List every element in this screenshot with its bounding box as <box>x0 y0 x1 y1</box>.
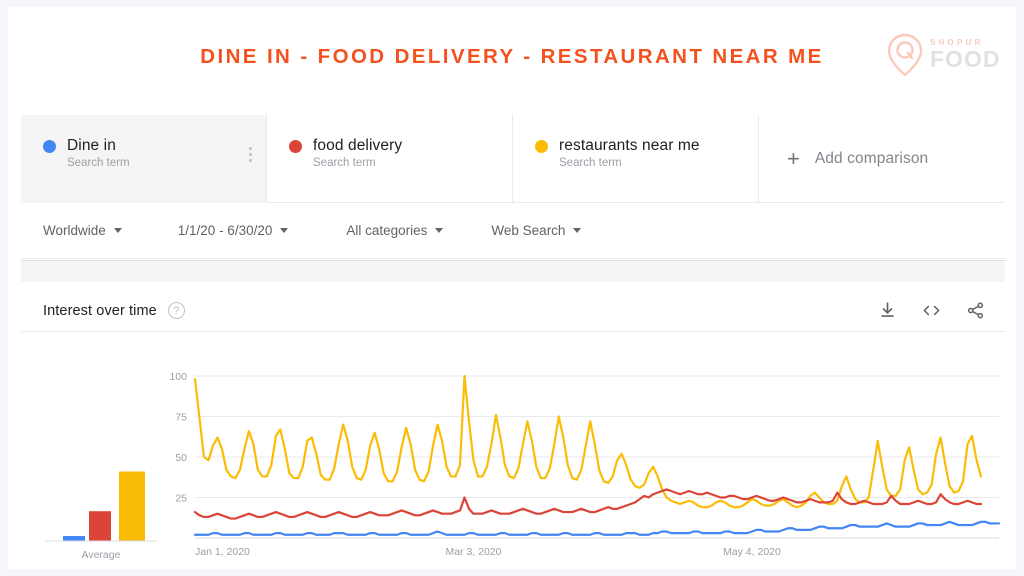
chevron-down-icon <box>435 228 444 233</box>
filter-search-type[interactable]: Web Search <box>491 223 582 238</box>
search-term-type: Search term <box>67 157 130 169</box>
average-chart-label: Average <box>81 549 121 561</box>
interest-over-time-header: Interest over time ? <box>21 290 1005 332</box>
chart-area: Average 25 50 75 100 Jan 1, 2020 Mar 3, 2020 M… <box>21 332 1005 562</box>
download-icon[interactable] <box>878 301 897 320</box>
share-icon[interactable] <box>966 301 985 320</box>
search-term-type: Search term <box>313 157 376 169</box>
filter-time-range[interactable]: 1/1/20 - 6/30/20 <box>178 223 289 238</box>
term-head: restaurants near me <box>535 137 758 155</box>
search-term-label: food delivery <box>313 137 403 154</box>
chevron-down-icon <box>280 228 289 233</box>
filter-time-range-label: 1/1/20 - 6/30/20 <box>177 223 273 238</box>
add-comparison-button[interactable]: + Add comparison <box>759 115 1005 203</box>
add-comparison-label: Add comparison <box>814 150 929 167</box>
filter-search-type-label: Web Search <box>491 223 566 238</box>
filter-category-label: All categories <box>346 223 428 238</box>
help-icon[interactable]: ? <box>167 302 185 319</box>
chevron-down-icon <box>573 228 582 233</box>
average-bar-chart <box>45 471 157 542</box>
embed-icon[interactable] <box>921 301 942 320</box>
chevron-down-icon <box>113 228 122 233</box>
logo-main-text: FOOD <box>930 46 1001 72</box>
map-pin-icon <box>887 33 923 77</box>
plus-icon: + <box>787 146 800 171</box>
term-options-menu-icon[interactable] <box>249 147 252 162</box>
search-term-type: Search term <box>559 157 622 169</box>
svg-text:Jan 1, 2020: Jan 1, 2020 <box>195 546 250 558</box>
svg-text:100: 100 <box>169 371 187 383</box>
svg-text:Mar 3, 2020: Mar 3, 2020 <box>445 546 501 558</box>
section-divider-band <box>21 260 1005 282</box>
term-head: Dine in <box>43 137 266 155</box>
search-term-chip-2[interactable]: restaurants near me Search term <box>513 115 759 203</box>
filter-location[interactable]: Worldwide <box>43 223 122 238</box>
trends-card: DINE IN - FOOD DELIVERY - RESTAURANT NEA… <box>8 6 1016 570</box>
page-title: DINE IN - FOOD DELIVERY - RESTAURANT NEA… <box>200 45 824 68</box>
series-color-dot <box>535 139 548 153</box>
section-title: Interest over time <box>43 302 157 319</box>
brand-logo: SHOPUR FOOD <box>885 31 1003 79</box>
screenshot-root: DINE IN - FOOD DELIVERY - RESTAURANT NEA… <box>0 0 1024 576</box>
search-terms-row: Dine in Search term food delivery Search… <box>21 115 1005 203</box>
interest-over-time-line-chart[interactable]: 25 50 75 100 Jan 1, 2020 Mar 3, 2020 May 4, 20… <box>161 370 1005 562</box>
search-term-label: restaurants near me <box>559 137 700 154</box>
series-color-dot <box>289 139 302 153</box>
search-term-label: Dine in <box>67 137 116 154</box>
svg-text:75: 75 <box>175 412 187 424</box>
filters-row: Worldwide 1/1/20 - 6/30/20 All categorie… <box>21 203 1005 259</box>
search-term-chip-1[interactable]: food delivery Search term <box>267 115 513 203</box>
svg-text:May 4, 2020: May 4, 2020 <box>723 546 781 558</box>
svg-text:25: 25 <box>175 493 187 505</box>
filter-category[interactable]: All categories <box>346 223 444 238</box>
search-term-chip-0[interactable]: Dine in Search term <box>21 115 267 203</box>
svg-text:50: 50 <box>175 452 187 464</box>
term-head: food delivery <box>289 137 512 155</box>
chart-actions <box>878 301 985 320</box>
filter-location-label: Worldwide <box>43 223 106 238</box>
series-color-dot <box>43 139 56 153</box>
logo-wordmark: SHOPUR FOOD <box>930 39 1000 71</box>
page-header: DINE IN - FOOD DELIVERY - RESTAURANT NEA… <box>9 7 1015 103</box>
